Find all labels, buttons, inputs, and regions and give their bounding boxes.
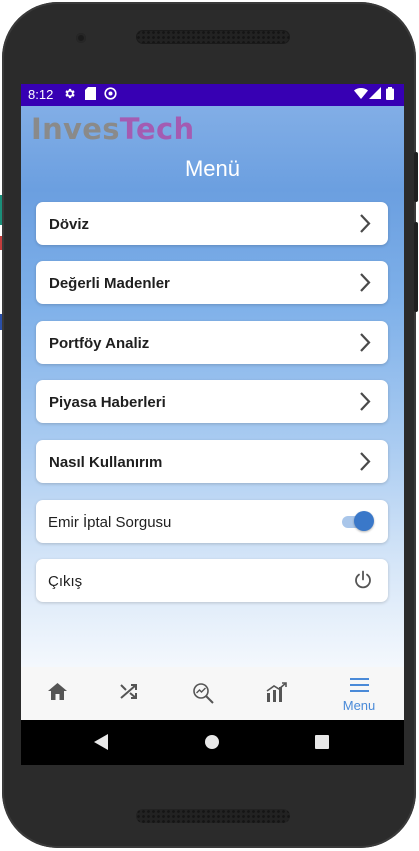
status-time: 8:12: [28, 87, 54, 102]
page-title: Menü: [184, 156, 241, 181]
menu-item-emir-iptal-sorgusu: Emir İptal Sorgusu: [36, 500, 388, 543]
power-button[interactable]: [414, 152, 418, 202]
logo-text-part1: Inves: [31, 112, 120, 146]
tab-search-analysis[interactable]: [169, 667, 239, 720]
menu-item-label: Çıkış: [48, 573, 83, 590]
tab-menu-label: Menu: [342, 698, 376, 713]
menu-icon: [350, 678, 369, 692]
tab-shuffle[interactable]: [95, 667, 165, 720]
menu-item-degerli-madenler[interactable]: Değerli Madenler: [36, 261, 388, 304]
menu-item-doviz[interactable]: Döviz: [36, 202, 388, 245]
signal-icon: [369, 87, 381, 102]
recents-icon[interactable]: [315, 735, 329, 749]
chevron-right-icon: [360, 452, 371, 471]
home-icon: [48, 683, 67, 700]
home-circle-icon[interactable]: [204, 734, 220, 750]
menu-item-nasil-kullanirim[interactable]: Nasıl Kullanırım: [36, 440, 388, 483]
volume-button[interactable]: [414, 222, 418, 312]
chevron-right-icon: [360, 214, 371, 233]
shuffle-icon: [120, 684, 137, 699]
menu-item-label: Nasıl Kullanırım: [49, 454, 163, 471]
menu-item-piyasa-haberleri[interactable]: Piyasa Haberleri: [36, 380, 388, 423]
sync-icon: [104, 87, 117, 103]
app-logo: InvesTech: [31, 112, 194, 146]
screen: 8:12 InvesTech Menü Döviz Değerli Madenl…: [21, 84, 404, 765]
bottom-tab-bar: Menu: [21, 667, 404, 720]
power-icon: [355, 570, 371, 589]
menu-item-label: Değerli Madenler: [49, 275, 170, 292]
status-bar: 8:12: [21, 84, 404, 106]
chevron-right-icon: [360, 333, 371, 352]
sd-card-icon: [85, 87, 96, 103]
menu-item-label: Portföy Analiz: [49, 335, 150, 352]
bottom-speaker: [136, 809, 290, 823]
wifi-icon: [354, 87, 368, 102]
toggle-knob: [354, 511, 374, 531]
system-navigation-bar: [21, 720, 404, 765]
tab-menu[interactable]: Menu: [324, 667, 394, 720]
menu-item-label: Emir İptal Sorgusu: [48, 514, 172, 531]
chevron-right-icon: [360, 273, 371, 292]
tab-growth[interactable]: [243, 667, 313, 720]
growth-chart-icon: [266, 682, 287, 702]
settings-icon: [63, 87, 76, 103]
logo-text-part2: Tech: [119, 112, 195, 146]
earpiece-speaker: [136, 30, 290, 44]
menu-item-label: Döviz: [49, 216, 90, 233]
battery-icon: [386, 87, 394, 103]
menu-item-cikis[interactable]: Çıkış: [36, 559, 388, 602]
chevron-right-icon: [360, 392, 371, 411]
app-content: InvesTech Menü Döviz Değerli Madenler Po…: [21, 106, 404, 667]
phone-frame: 8:12 InvesTech Menü Döviz Değerli Madenl…: [2, 2, 418, 848]
tab-home[interactable]: [23, 667, 93, 720]
camera: [76, 33, 86, 43]
menu-item-portfoy-analiz[interactable]: Portföy Analiz: [36, 321, 388, 364]
menu-item-label: Piyasa Haberleri: [49, 394, 166, 411]
back-icon[interactable]: [94, 734, 108, 750]
search-chart-icon: [193, 683, 214, 704]
